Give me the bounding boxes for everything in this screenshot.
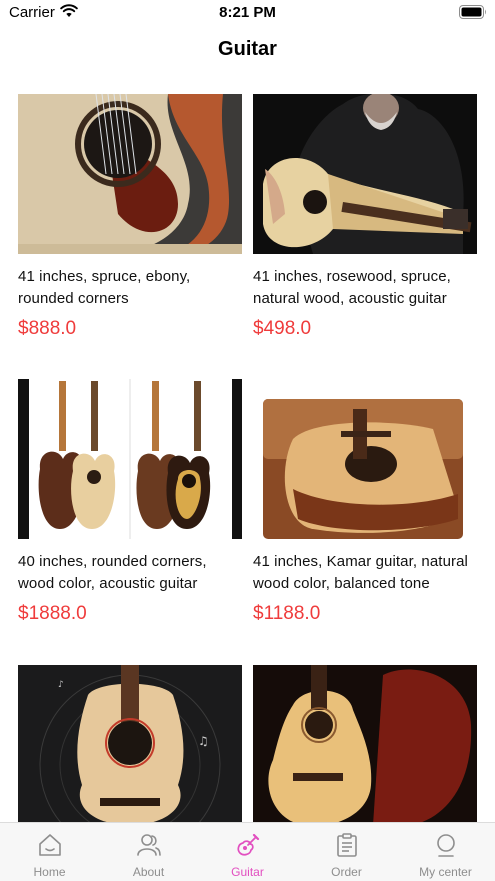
product-image[interactable] bbox=[253, 94, 477, 254]
product-image[interactable] bbox=[18, 379, 242, 539]
status-time: 8:21 PM bbox=[219, 4, 276, 21]
tab-bar: Home About Guitar Order My center bbox=[0, 822, 495, 881]
guitar-icon bbox=[237, 833, 260, 856]
tab-my-center[interactable]: My center bbox=[396, 823, 495, 881]
product-card[interactable]: 40 inches, rounded corners, wood color, … bbox=[18, 379, 242, 625]
product-price: $498.0 bbox=[253, 318, 312, 339]
user-icon bbox=[437, 834, 455, 857]
product-price: $1188.0 bbox=[253, 603, 321, 624]
battery-icon bbox=[459, 5, 486, 19]
status-bar: Carrier 8:21 PM bbox=[0, 0, 495, 26]
product-card[interactable]: 41 inches, Kamar guitar, natural wood co… bbox=[253, 379, 477, 625]
page-title: Guitar bbox=[218, 38, 277, 60]
product-image[interactable] bbox=[253, 379, 477, 539]
tab-label: Order bbox=[331, 865, 362, 879]
tab-guitar[interactable]: Guitar bbox=[198, 823, 297, 881]
tab-label: Home bbox=[33, 865, 66, 879]
product-card[interactable]: 41 inches, spruce, ebony, rounded corner… bbox=[18, 94, 242, 340]
product-description: 40 inches, rounded corners, wood color, … bbox=[18, 553, 207, 592]
product-image[interactable] bbox=[253, 665, 477, 822]
product-card[interactable]: 41 inches, rosewood, spruce, natural woo… bbox=[253, 94, 477, 340]
tab-label: About bbox=[132, 865, 165, 879]
svg-text:♫: ♫ bbox=[198, 734, 209, 748]
tab-label: My center bbox=[419, 865, 472, 879]
tab-label: Guitar bbox=[231, 865, 264, 879]
tab-order[interactable]: Order bbox=[297, 823, 396, 881]
product-grid: 41 inches, spruce, ebony, rounded corner… bbox=[0, 94, 495, 822]
product-card[interactable] bbox=[253, 665, 477, 822]
tab-about[interactable]: About bbox=[99, 823, 198, 881]
product-price: $1888.0 bbox=[18, 603, 87, 624]
people-icon bbox=[137, 834, 161, 856]
product-price: $888.0 bbox=[18, 318, 77, 339]
tab-home[interactable]: Home bbox=[0, 823, 99, 881]
product-image[interactable]: ♪ ♫ bbox=[18, 665, 242, 822]
clipboard-icon bbox=[337, 833, 357, 857]
product-description: 41 inches, rosewood, spruce, natural woo… bbox=[253, 268, 451, 307]
product-description: 41 inches, spruce, ebony, rounded corner… bbox=[18, 268, 191, 307]
product-image[interactable] bbox=[18, 94, 242, 254]
product-card[interactable]: ♪ ♫ bbox=[18, 665, 242, 822]
svg-text:♪: ♪ bbox=[58, 680, 64, 690]
product-description: 41 inches, Kamar guitar, natural wood co… bbox=[253, 553, 468, 592]
home-icon bbox=[39, 834, 61, 856]
